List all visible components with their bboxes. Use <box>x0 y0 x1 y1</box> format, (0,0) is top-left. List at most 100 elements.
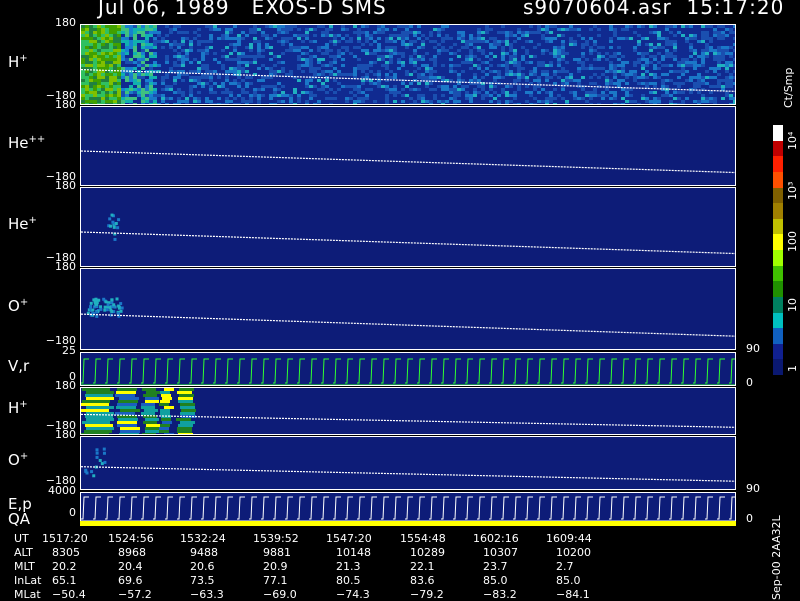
color-scale-swatch <box>773 359 783 375</box>
panel-top-tick-7: 4000 <box>48 484 76 497</box>
color-scale-label: 10 <box>786 298 799 312</box>
color-scale-label: 1 <box>786 365 799 372</box>
footer-cell: 1602:16 <box>473 532 519 545</box>
color-scale-label: 100 <box>786 231 799 252</box>
footer-cell: 20.4 <box>118 560 143 573</box>
panel-label-2: He+ <box>8 215 37 233</box>
color-scale-swatch <box>773 171 783 188</box>
footer-cell: 9881 <box>263 546 291 559</box>
color-scale-swatch <box>773 265 783 282</box>
footer-cell: 20.9 <box>263 560 288 573</box>
color-scale-swatch <box>773 296 783 313</box>
color-scale-label: 10³ <box>786 181 799 200</box>
footer-cell: 1547:20 <box>326 532 372 545</box>
footer-cell: 85.0 <box>483 574 508 587</box>
footer-cell: 80.5 <box>336 574 361 587</box>
footer-cell: −63.3 <box>190 588 224 601</box>
panel-right-bottom-7: 0 <box>746 512 753 525</box>
color-scale-swatch <box>773 140 783 157</box>
header-date: Jul 06, 1989 EXOS-D SMS <box>98 0 387 19</box>
footer-cell: 20.2 <box>52 560 77 573</box>
color-scale-swatch <box>773 187 783 204</box>
footer-cell: −74.3 <box>336 588 370 601</box>
footer-cell: 1554:48 <box>400 532 446 545</box>
footer-cell: 83.6 <box>410 574 435 587</box>
color-scale-swatch <box>773 250 783 266</box>
footer-cell: −50.4 <box>52 588 86 601</box>
footer-cell: 1517:20 <box>42 532 88 545</box>
footer-cell: 1524:56 <box>108 532 154 545</box>
footer-cell: −83.2 <box>483 588 517 601</box>
panel-label-4: V,r <box>8 357 30 375</box>
color-scale-bar <box>773 125 783 375</box>
panel-right-bottom-4: 0 <box>746 376 753 389</box>
footer-cell: 10289 <box>410 546 445 559</box>
panel-6 <box>80 436 736 490</box>
footer-label-mlat: MLat <box>14 588 41 601</box>
footer-cell: 8968 <box>118 546 146 559</box>
panel-top-tick-1: 180 <box>55 98 76 111</box>
panel-4 <box>80 352 736 386</box>
footer-cell: 23.7 <box>483 560 508 573</box>
footer-cell: 1609:44 <box>546 532 592 545</box>
footer-cell: −84.1 <box>556 588 590 601</box>
color-scale-unit: Ct/Smp <box>782 67 795 108</box>
panel-top-tick-6: 180 <box>55 428 76 441</box>
panel-label-0: H+ <box>8 52 28 71</box>
footer-cell: 69.6 <box>118 574 143 587</box>
panel-2 <box>80 187 736 267</box>
panel-label-3: O+ <box>8 297 29 315</box>
color-scale-swatch <box>773 125 783 141</box>
panel-right-top-7: 90 <box>746 482 760 495</box>
footer-label-alt: ALT <box>14 546 33 559</box>
color-scale-swatch <box>773 203 783 219</box>
footer-cell: 85.0 <box>556 574 581 587</box>
panel-right-top-4: 90 <box>746 342 760 355</box>
footer-cell: 77.1 <box>263 574 288 587</box>
color-scale-swatch <box>773 234 783 250</box>
color-scale-swatch <box>773 281 783 297</box>
footer-cell: 73.5 <box>190 574 215 587</box>
panel-0 <box>80 24 736 105</box>
footer-label-mlt: MLT <box>14 560 35 573</box>
color-scale-label: 10⁴ <box>786 131 799 150</box>
footer-cell: −57.2 <box>118 588 152 601</box>
footer-cell: 10148 <box>336 546 371 559</box>
footer-cell: 65.1 <box>52 574 77 587</box>
qa-bar <box>80 521 736 526</box>
footer-label-ut: UT <box>14 532 29 545</box>
footer-cell: 10200 <box>556 546 591 559</box>
panel-3 <box>80 268 736 350</box>
panel-label-5: H+ <box>8 399 28 417</box>
panel-1 <box>80 106 736 186</box>
footer-cell: 8305 <box>52 546 80 559</box>
panel-5 <box>80 387 736 435</box>
footer-cell: 21.3 <box>336 560 361 573</box>
panel-top-tick-3: 180 <box>55 260 76 273</box>
color-scale-swatch <box>773 218 783 235</box>
footer-cell: 1539:52 <box>253 532 299 545</box>
footer-cell: 1532:24 <box>180 532 226 545</box>
header-file: s9070604.asr 15:17:20 <box>523 0 785 19</box>
footer-cell: −69.0 <box>263 588 297 601</box>
footer-side-note: Sep-00 2AA32L <box>770 515 783 600</box>
color-scale-swatch <box>773 328 783 344</box>
color-scale-swatch <box>773 156 783 172</box>
panel-7 <box>80 492 736 522</box>
panel-top-tick-2: 180 <box>55 179 76 192</box>
panel-label-1: He++ <box>8 134 46 152</box>
footer-label-inlat: InLat <box>14 574 42 587</box>
footer-cell: −79.2 <box>410 588 444 601</box>
footer-cell: 10307 <box>483 546 518 559</box>
color-scale-swatch <box>773 343 783 360</box>
footer-cell: 9488 <box>190 546 218 559</box>
color-scale-swatch <box>773 312 783 329</box>
footer-cell: 22.1 <box>410 560 435 573</box>
panel-top-tick-5: 180 <box>55 379 76 392</box>
panel-label-6: O+ <box>8 451 29 469</box>
footer-cell: 2.7 <box>556 560 574 573</box>
panel-top-tick-4: 25 <box>62 344 76 357</box>
panel-bottom-tick-7: 0 <box>69 506 76 519</box>
footer-cell: 20.6 <box>190 560 215 573</box>
panel-top-tick-0: 180 <box>55 16 76 29</box>
